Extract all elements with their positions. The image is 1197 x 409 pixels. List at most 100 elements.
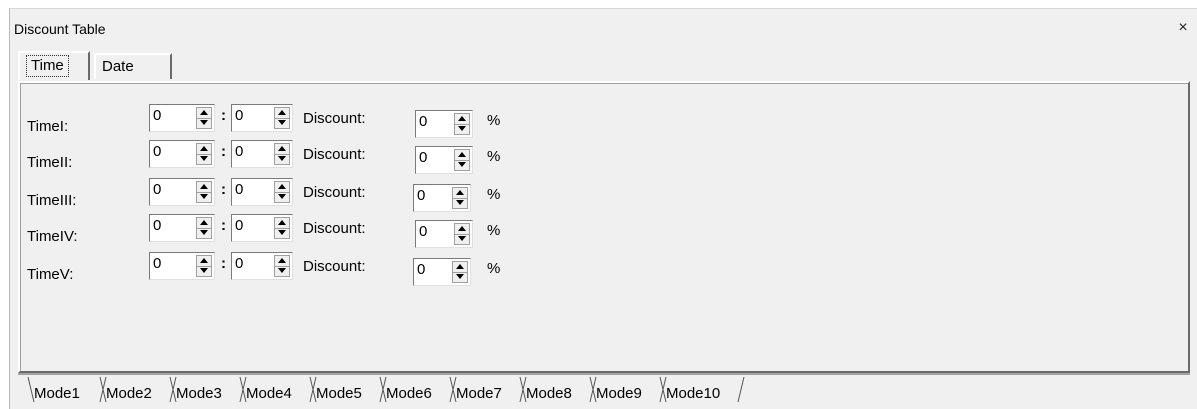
discount-spinner[interactable]: 0 bbox=[415, 220, 473, 248]
minute-down-arrow-icon[interactable] bbox=[275, 266, 289, 276]
hour-down-arrow-icon[interactable] bbox=[197, 228, 211, 238]
minute-spinner[interactable]: 0 bbox=[231, 214, 293, 242]
discount-label: Discount: bbox=[303, 146, 366, 163]
minute-spin-buttons bbox=[274, 217, 290, 239]
minute-down-arrow-icon[interactable] bbox=[275, 228, 289, 238]
time-label: TimeI: bbox=[27, 118, 69, 135]
hour-spin-buttons bbox=[196, 255, 212, 277]
hour-spinner[interactable]: 0 bbox=[149, 214, 215, 242]
discount-spin-buttons bbox=[454, 223, 470, 245]
time-label: TimeIV: bbox=[27, 228, 78, 245]
discount-value: 0 bbox=[419, 149, 428, 166]
tab-mode10[interactable]: Mode10 bbox=[666, 385, 720, 402]
minute-value: 0 bbox=[235, 255, 244, 272]
top-tab-strip: Time Date bbox=[10, 45, 310, 81]
minute-down-arrow-icon[interactable] bbox=[275, 118, 289, 128]
percent-unit: % bbox=[487, 112, 501, 129]
hour-down-arrow-icon[interactable] bbox=[197, 154, 211, 164]
hour-value: 0 bbox=[153, 181, 162, 198]
minute-down-arrow-icon[interactable] bbox=[275, 154, 289, 164]
discount-spinner[interactable]: 0 bbox=[413, 258, 471, 286]
discount-label: Discount: bbox=[303, 258, 366, 275]
discount-spin-buttons bbox=[454, 113, 470, 135]
tab-mode5[interactable]: Mode5 bbox=[316, 385, 362, 402]
tab-date[interactable]: Date bbox=[94, 53, 172, 79]
discount-table-window: Discount Table × Time Date TimeI: 0 : 0 bbox=[9, 8, 1197, 409]
time-separator: : bbox=[221, 217, 226, 234]
discount-down-arrow-icon[interactable] bbox=[453, 198, 467, 208]
discount-spin-buttons bbox=[452, 187, 468, 209]
tab-mode2[interactable]: Mode2 bbox=[106, 385, 152, 402]
hour-down-arrow-icon[interactable] bbox=[197, 266, 211, 276]
discount-label: Discount: bbox=[303, 220, 366, 237]
discount-down-arrow-icon[interactable] bbox=[453, 272, 467, 282]
close-icon[interactable]: × bbox=[1174, 19, 1192, 37]
hour-spin-buttons bbox=[196, 143, 212, 165]
hour-down-arrow-icon[interactable] bbox=[197, 192, 211, 202]
tab-time[interactable]: Time bbox=[18, 51, 90, 80]
time-row: TimeIII: 0 : 0 Discount: 0 % bbox=[21, 178, 1188, 214]
tab-mode3[interactable]: Mode3 bbox=[176, 385, 222, 402]
hour-spinner[interactable]: 0 bbox=[149, 104, 215, 132]
hour-spinner[interactable]: 0 bbox=[149, 140, 215, 168]
minute-spinner[interactable]: 0 bbox=[231, 252, 293, 280]
discount-down-arrow-icon[interactable] bbox=[455, 124, 469, 134]
discount-spinner[interactable]: 0 bbox=[413, 184, 471, 212]
time-label: TimeIII: bbox=[27, 192, 77, 209]
hour-down-arrow-icon[interactable] bbox=[197, 118, 211, 128]
percent-unit: % bbox=[487, 186, 501, 203]
title-bar: Discount Table × bbox=[10, 9, 1197, 45]
discount-value: 0 bbox=[419, 223, 428, 240]
time-separator: : bbox=[221, 181, 226, 198]
percent-unit: % bbox=[487, 222, 501, 239]
minute-value: 0 bbox=[235, 181, 244, 198]
mode-tab-strip: Mode1 Mode2 Mode3 Mode4 Mode5 Mode6 Mode7 Mode8… bbox=[18, 373, 1190, 403]
tab-mode9[interactable]: Mode9 bbox=[596, 385, 642, 402]
tab-mode4[interactable]: Mode4 bbox=[246, 385, 292, 402]
hour-spin-buttons bbox=[196, 181, 212, 203]
minute-spin-buttons bbox=[274, 255, 290, 277]
panel-inner: TimeI: 0 : 0 Discount: 0 % TimeII: 0: 0… bbox=[20, 83, 1188, 371]
hour-spin-buttons bbox=[196, 107, 212, 129]
hour-spinner[interactable]: 0 bbox=[149, 252, 215, 280]
minute-value: 0 bbox=[235, 107, 244, 124]
minute-down-arrow-icon[interactable] bbox=[275, 192, 289, 202]
time-label: TimeV: bbox=[27, 266, 74, 283]
minute-spinner[interactable]: 0 bbox=[231, 178, 293, 206]
discount-spinner[interactable]: 0 bbox=[415, 146, 473, 174]
time-row: TimeIV: 0 : 0 Discount: 0 % bbox=[21, 214, 1188, 250]
time-discount-panel: TimeI: 0 : 0 Discount: 0 % TimeII: 0: 0… bbox=[18, 81, 1190, 373]
time-separator: : bbox=[221, 143, 226, 160]
minute-spin-buttons bbox=[274, 143, 290, 165]
window-title: Discount Table bbox=[14, 21, 106, 37]
hour-value: 0 bbox=[153, 107, 162, 124]
minute-spinner[interactable]: 0 bbox=[231, 140, 293, 168]
discount-value: 0 bbox=[417, 187, 426, 204]
tab-mode1[interactable]: Mode1 bbox=[34, 385, 80, 402]
tab-mode8[interactable]: Mode8 bbox=[526, 385, 572, 402]
minute-spin-buttons bbox=[274, 107, 290, 129]
tab-mode6[interactable]: Mode6 bbox=[386, 385, 432, 402]
tab-mode7[interactable]: Mode7 bbox=[456, 385, 502, 402]
discount-spinner[interactable]: 0 bbox=[415, 110, 473, 138]
minute-value: 0 bbox=[235, 217, 244, 234]
tab-date-label: Date bbox=[102, 58, 134, 75]
discount-spin-buttons bbox=[454, 149, 470, 171]
time-row: TimeII: 0 : 0 Discount: 0 % bbox=[21, 140, 1188, 176]
discount-down-arrow-icon[interactable] bbox=[455, 160, 469, 170]
hour-value: 0 bbox=[153, 255, 162, 272]
time-label: TimeII: bbox=[27, 154, 73, 171]
minute-value: 0 bbox=[235, 143, 244, 160]
discount-value: 0 bbox=[419, 113, 428, 130]
minute-spinner[interactable]: 0 bbox=[231, 104, 293, 132]
time-row: TimeV: 0 : 0 Discount: 0 % bbox=[21, 252, 1188, 288]
discount-label: Discount: bbox=[303, 184, 366, 201]
hour-spin-buttons bbox=[196, 217, 212, 239]
discount-down-arrow-icon[interactable] bbox=[455, 234, 469, 244]
discount-spin-buttons bbox=[452, 261, 468, 283]
hour-spinner[interactable]: 0 bbox=[149, 178, 215, 206]
percent-unit: % bbox=[487, 148, 501, 165]
tab-time-label: Time bbox=[26, 55, 69, 77]
discount-value: 0 bbox=[417, 261, 426, 278]
time-row: TimeI: 0 : 0 Discount: 0 % bbox=[21, 104, 1188, 140]
